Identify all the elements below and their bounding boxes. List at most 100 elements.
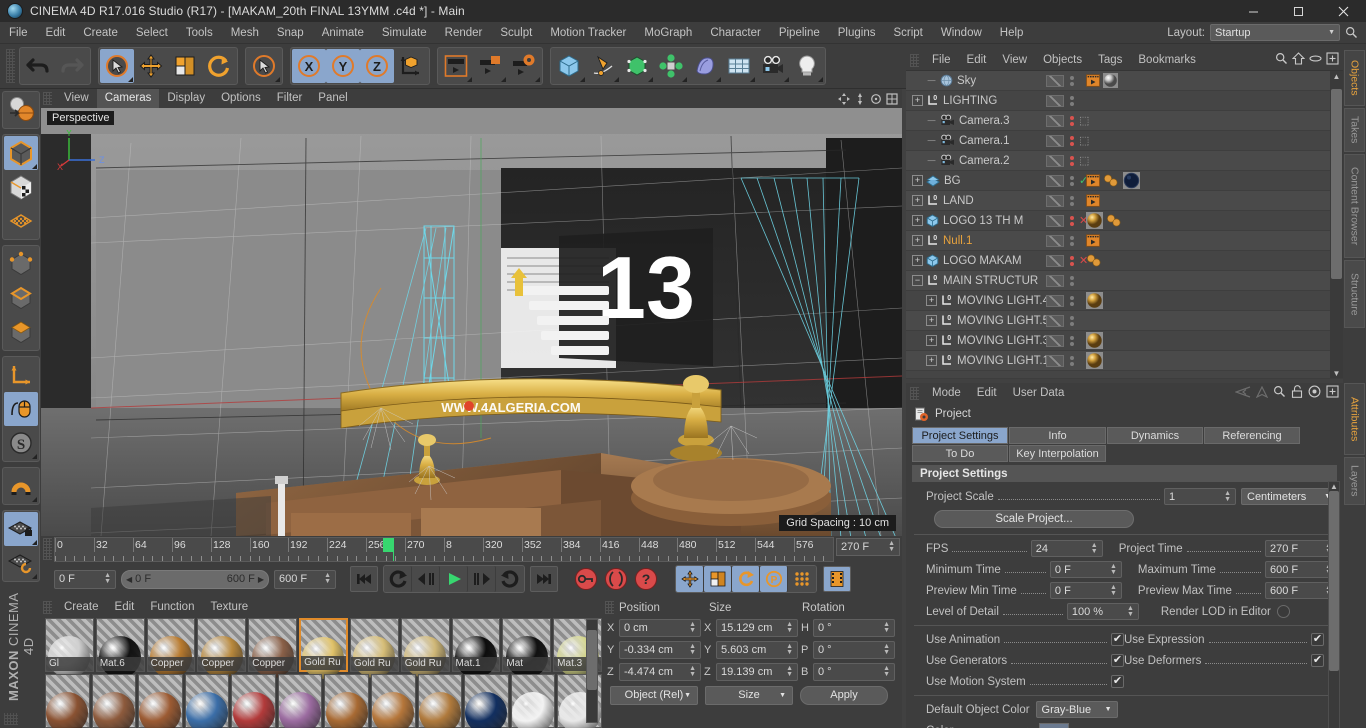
object-row[interactable]: +0 MOVING LIGHT.4 bbox=[906, 291, 1343, 311]
go-to-start-button[interactable] bbox=[350, 566, 378, 592]
object-menu-tags[interactable]: Tags bbox=[1090, 50, 1130, 70]
apply-button[interactable]: Apply bbox=[800, 685, 888, 705]
material-swatch[interactable] bbox=[371, 674, 416, 728]
redo-button[interactable] bbox=[55, 49, 89, 83]
object-enable-toggle[interactable] bbox=[1046, 214, 1064, 227]
object-row[interactable]: ─ Sky bbox=[906, 71, 1343, 91]
flatten-icon[interactable] bbox=[1309, 52, 1322, 68]
target-icon[interactable] bbox=[1308, 385, 1321, 401]
material-swatch[interactable]: Gl bbox=[45, 618, 94, 678]
add-cube-button[interactable] bbox=[552, 49, 586, 83]
checkbox[interactable]: ✔ bbox=[1111, 654, 1124, 667]
range-right-arrow-icon[interactable]: ▶ bbox=[258, 575, 264, 584]
menu-character[interactable]: Character bbox=[701, 22, 770, 44]
sphere-mat-tag-icon[interactable] bbox=[1103, 73, 1118, 88]
expand-toggle-icon[interactable]: + bbox=[926, 315, 937, 326]
field-input[interactable]: 24 ▲ ▼ bbox=[1030, 540, 1103, 557]
size-mode-dropdown[interactable]: Size ▼ bbox=[705, 685, 793, 705]
material-swatch[interactable] bbox=[464, 674, 509, 728]
object-visibility-dots[interactable] bbox=[1070, 75, 1074, 86]
field-input[interactable]: 600 F▲▼ bbox=[1265, 561, 1337, 578]
field-input[interactable]: 0 F ▲ ▼ bbox=[1049, 561, 1122, 578]
object-enable-toggle[interactable] bbox=[1046, 334, 1064, 347]
checkbox[interactable]: ✔ bbox=[1311, 633, 1324, 646]
live-selection-button[interactable] bbox=[247, 49, 281, 83]
object-enable-toggle[interactable] bbox=[1046, 154, 1064, 167]
object-enable-toggle[interactable] bbox=[1046, 194, 1064, 207]
attribute-menu-edit[interactable]: Edit bbox=[969, 383, 1005, 403]
spinner-icon[interactable]: ▲▼ bbox=[689, 665, 696, 678]
material-swatch[interactable]: Gold Ru bbox=[400, 618, 450, 678]
loop-button[interactable] bbox=[384, 566, 412, 592]
expand-toggle-icon[interactable]: + bbox=[912, 255, 923, 266]
object-menu-edit[interactable]: Edit bbox=[959, 50, 995, 70]
menu-simulate[interactable]: Simulate bbox=[373, 22, 436, 44]
lod-field[interactable]: 100 % ▲ ▼ bbox=[1066, 603, 1139, 620]
search-icon[interactable] bbox=[1340, 22, 1362, 44]
render-view-button[interactable] bbox=[439, 49, 473, 83]
object-row[interactable]: + BG ✓ bbox=[906, 171, 1343, 191]
menu-motion-tracker[interactable]: Motion Tracker bbox=[541, 22, 635, 44]
viewport-menu-options[interactable]: Options bbox=[213, 89, 269, 108]
object-menu-bookmarks[interactable]: Bookmarks bbox=[1130, 50, 1204, 70]
material-swatch[interactable] bbox=[417, 674, 463, 728]
spinner-icon[interactable]: ▲▼ bbox=[1110, 563, 1117, 576]
tab-project-settings[interactable]: Project Settings bbox=[912, 427, 1008, 444]
attribute-grip[interactable] bbox=[910, 386, 919, 400]
checkbox[interactable]: ✔ bbox=[1311, 654, 1324, 667]
object-row[interactable]: +0 MOVING LIGHT.5 bbox=[906, 311, 1343, 331]
checkbox[interactable]: ✔ bbox=[1111, 675, 1124, 688]
search-icon[interactable] bbox=[1275, 52, 1288, 68]
object-visibility-dots[interactable] bbox=[1070, 175, 1074, 186]
menu-pipeline[interactable]: Pipeline bbox=[770, 22, 829, 44]
soft-selection-button[interactable]: S bbox=[4, 426, 38, 460]
spinner-icon[interactable]: ▲▼ bbox=[1224, 490, 1231, 503]
object-row[interactable]: +0 MOVING LIGHT.1 bbox=[906, 351, 1343, 371]
material-swatch[interactable]: Gold Ru bbox=[349, 618, 399, 678]
menu-script[interactable]: Script bbox=[884, 22, 931, 44]
key-parameter-button[interactable]: P bbox=[760, 566, 788, 592]
object-enable-toggle[interactable] bbox=[1046, 294, 1064, 307]
magnet-button[interactable] bbox=[4, 469, 38, 503]
move-mouse-tool-button[interactable] bbox=[3, 392, 38, 426]
object-row[interactable]: ─ Camera.3 ⬚ bbox=[906, 111, 1343, 131]
mat-dark-tag-icon[interactable] bbox=[1123, 172, 1140, 189]
material-scrollbar[interactable] bbox=[586, 619, 598, 723]
spinner-icon[interactable]: ▲▼ bbox=[1091, 542, 1098, 555]
dock-tab-layers[interactable]: Layers bbox=[1344, 457, 1365, 505]
viewport-grip[interactable] bbox=[43, 92, 52, 105]
rotation-h-field[interactable]: 0 ° ▲ ▼ bbox=[813, 619, 895, 637]
add-deformer-button[interactable] bbox=[688, 49, 722, 83]
field-input[interactable]: 270 F▲▼ bbox=[1265, 540, 1338, 557]
menu-create[interactable]: Create bbox=[74, 22, 127, 44]
workplane-rotate-button[interactable] bbox=[4, 546, 38, 580]
object-enable-toggle[interactable] bbox=[1046, 254, 1064, 267]
menu-render[interactable]: Render bbox=[436, 22, 492, 44]
material-swatch[interactable]: Mat.6 bbox=[95, 618, 145, 678]
material-swatch[interactable] bbox=[324, 674, 370, 728]
previous-object-icon[interactable] bbox=[1234, 385, 1251, 401]
tab-referencing[interactable]: Referencing bbox=[1204, 427, 1300, 444]
keyframe-help-button[interactable]: ? bbox=[632, 566, 660, 592]
texture-mode-button[interactable] bbox=[4, 170, 38, 204]
material-swatch[interactable] bbox=[45, 674, 90, 728]
material-grip[interactable] bbox=[43, 600, 52, 614]
anim-tag-icon[interactable] bbox=[1086, 234, 1100, 247]
material-swatch[interactable]: Gold Ru bbox=[299, 618, 348, 679]
timeline-filmstrip-button[interactable] bbox=[823, 566, 851, 592]
color-swatch[interactable] bbox=[1038, 723, 1069, 728]
edges-mode-button[interactable] bbox=[4, 281, 38, 315]
object-manager-scrollbar[interactable]: ▲ ▼ bbox=[1330, 71, 1343, 378]
key-position-button[interactable] bbox=[676, 566, 704, 592]
object-row[interactable]: + LOGO 13 TH M ✕ bbox=[906, 211, 1343, 231]
size-z-field[interactable]: 19.139 cm ▲ ▼ bbox=[716, 663, 798, 681]
minimize-button[interactable] bbox=[1231, 0, 1276, 22]
key-point-level-button[interactable] bbox=[788, 566, 816, 592]
object-row[interactable]: + LOGO MAKAM ✕ bbox=[906, 251, 1343, 271]
lock-x-button[interactable]: X bbox=[292, 49, 326, 83]
position-y-field[interactable]: -0.334 cm ▲ ▼ bbox=[619, 641, 701, 659]
material-swatch[interactable] bbox=[91, 674, 137, 728]
spinner-icon[interactable]: ▲▼ bbox=[1127, 605, 1134, 618]
spinner-icon[interactable]: ▲▼ bbox=[888, 540, 895, 553]
coordinate-mode-dropdown[interactable]: Object (Rel) ▼ bbox=[610, 685, 698, 705]
